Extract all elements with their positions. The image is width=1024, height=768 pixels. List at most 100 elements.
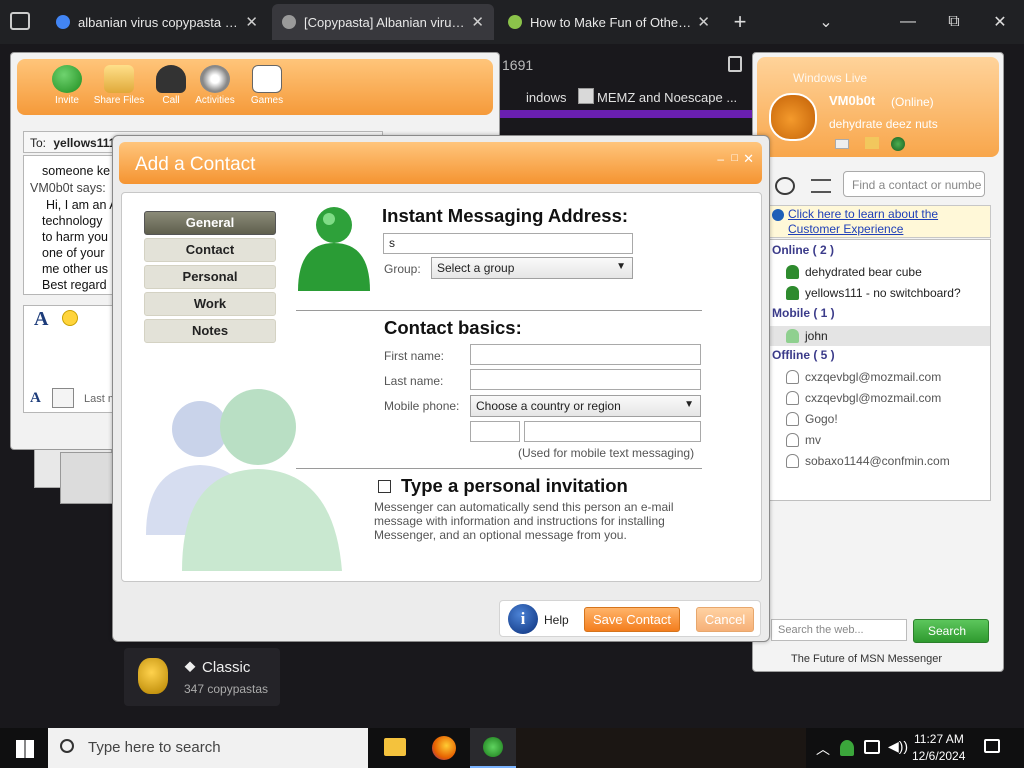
minimize-button[interactable]: — — [888, 8, 928, 36]
text-format-icon[interactable]: A — [30, 390, 41, 407]
bookmark-memz[interactable]: MEMZ and Noescape ... — [597, 90, 737, 105]
group-online[interactable]: Online ( 2 ) — [772, 243, 834, 257]
add-contact-icon[interactable] — [775, 177, 795, 195]
user-name[interactable]: VM0b0t — [829, 93, 875, 108]
bookmark-windows[interactable]: indows — [526, 90, 566, 105]
first-name-input[interactable] — [470, 344, 701, 365]
contact-item[interactable]: mv — [786, 433, 821, 447]
maximize-button[interactable]: ⧉ — [934, 8, 974, 36]
country-code-input[interactable] — [470, 421, 520, 442]
contact-item[interactable]: yellows111 - no switchboard? — [786, 286, 961, 300]
nav-work[interactable]: Work — [144, 292, 276, 316]
font-icon[interactable]: A — [34, 308, 48, 331]
msn-icon[interactable] — [891, 137, 905, 151]
activities-button[interactable]: Activities — [189, 65, 241, 106]
network-icon[interactable] — [864, 740, 880, 754]
tab-copypasta[interactable]: [Copypasta] Albanian virus | Tw ✕ — [272, 4, 494, 40]
web-search-input[interactable]: Search the web... — [771, 619, 907, 641]
tab-actions-icon[interactable] — [10, 12, 30, 30]
offline-icon — [786, 454, 799, 468]
chat-message: me other us — [42, 262, 109, 276]
close-tab-icon[interactable]: ✕ — [471, 13, 484, 31]
msn-tray-icon[interactable] — [840, 740, 854, 756]
last-name-input[interactable] — [470, 369, 701, 390]
chevron-up-icon[interactable]: ︿ — [816, 739, 830, 759]
divider — [296, 310, 702, 311]
new-tab-button[interactable]: + — [720, 8, 760, 36]
close-tab-icon[interactable]: ✕ — [697, 13, 710, 31]
browser-tab-bar: albanian virus copypasta - Sear ✕ [Copyp… — [0, 0, 1024, 44]
nav-contact[interactable]: Contact — [144, 238, 276, 262]
invitation-checkbox[interactable] — [378, 480, 391, 493]
share-files-button[interactable]: Share Files — [93, 65, 145, 106]
counter-text: 1691 — [502, 57, 534, 73]
clock-time[interactable]: 11:27 AM — [914, 732, 964, 746]
games-button[interactable]: Games — [241, 65, 293, 106]
minimize-icon[interactable]: – — [717, 152, 724, 166]
contact-item[interactable]: Gogo! — [786, 412, 838, 426]
contact-name: yellows111 - no switchboard? — [805, 286, 961, 300]
cancel-button[interactable]: Cancel — [696, 607, 754, 632]
group-mobile[interactable]: Mobile ( 1 ) — [772, 306, 835, 320]
save-contact-button[interactable]: Save Contact — [584, 607, 680, 632]
volume-icon[interactable]: ◀)) — [888, 738, 908, 755]
help-link[interactable]: Help — [544, 613, 569, 627]
tab-wikihow[interactable]: How to Make Fun of Others: 8 V ✕ — [498, 4, 720, 40]
contact-item[interactable]: cxzqevbgl@mozmail.com — [786, 391, 941, 405]
mobile-hint: (Used for mobile text messaging) — [518, 446, 695, 460]
contact-item[interactable]: cxzqevbgl@mozmail.com — [786, 370, 941, 384]
contact-item[interactable]: sobaxo1144@confmin.com — [786, 454, 950, 468]
tab-search[interactable]: albanian virus copypasta - Sear ✕ — [46, 4, 268, 40]
tab-list-button[interactable]: ⌄ — [806, 8, 846, 36]
contact-item[interactable]: dehydrated bear cube — [786, 265, 922, 279]
close-tab-icon[interactable]: ✕ — [245, 13, 258, 31]
reader-icon[interactable] — [728, 56, 742, 72]
windows-start-icon[interactable] — [16, 740, 34, 758]
offline-icon — [786, 391, 799, 405]
invite-label: Invite — [55, 95, 79, 106]
firefox-icon[interactable] — [432, 736, 456, 760]
country-select[interactable]: Choose a country or region ▼ — [470, 395, 701, 417]
games-label: Games — [250, 95, 284, 106]
experience-banner-link[interactable]: Click here to learn about the Customer E… — [769, 205, 991, 238]
nav-notes[interactable]: Notes — [144, 319, 276, 343]
avatar[interactable] — [769, 93, 817, 141]
web-search-button[interactable]: Search — [913, 619, 989, 643]
list-view-icon[interactable] — [811, 179, 831, 193]
invitation-heading[interactable]: Type a personal invitation — [401, 475, 628, 497]
category-count: 347 copypastas — [184, 682, 269, 696]
nav-general[interactable]: General — [144, 211, 276, 235]
handwriting-icon[interactable] — [52, 388, 74, 408]
add-contact-dialog: Add a Contact – □ ✕ General Contact Pers… — [112, 135, 770, 642]
close-window-button[interactable]: ✕ — [980, 8, 1020, 36]
emoticon-icon[interactable] — [62, 310, 78, 326]
im-address-input[interactable]: s — [383, 233, 633, 254]
nav-personal[interactable]: Personal — [144, 265, 276, 289]
clock-date[interactable]: 12/6/2024 — [912, 749, 965, 763]
maximize-icon[interactable]: □ — [731, 152, 738, 164]
notifications-icon[interactable] — [984, 739, 1000, 753]
mail-icon[interactable] — [835, 139, 849, 149]
file-explorer-icon[interactable] — [384, 738, 406, 756]
classic-category-card[interactable]: ⯁ Classic 347 copypastas — [124, 648, 280, 706]
find-contact-input[interactable]: Find a contact or numbe — [843, 171, 985, 197]
personal-message[interactable]: dehydrate deez nuts — [829, 117, 938, 131]
contact-person-icon — [298, 207, 370, 291]
offline-icon — [786, 412, 799, 426]
dialog-button-bar: i Help Save Contact Cancel — [499, 600, 761, 637]
group-offline[interactable]: Offline ( 5 ) — [772, 348, 835, 362]
invite-button[interactable]: Invite — [41, 65, 93, 106]
phone-number-input[interactable] — [524, 421, 701, 442]
page-purple-bar — [500, 110, 752, 118]
user-status[interactable]: (Online) — [891, 95, 934, 109]
group-select[interactable]: Select a group ▼ — [431, 257, 633, 279]
taskbar-search-box[interactable]: Type here to search — [48, 728, 368, 768]
chat-toolbar: Invite Share Files Call Activities Games — [17, 59, 493, 115]
contact-item[interactable]: john — [770, 326, 990, 346]
help-icon[interactable]: i — [508, 604, 538, 634]
invitation-text: Messenger, and an optional message from … — [374, 528, 627, 542]
msn-taskbar-button[interactable] — [470, 728, 516, 768]
folder-icon[interactable] — [865, 137, 879, 149]
close-icon[interactable]: ✕ — [743, 151, 754, 167]
tab-title: How to Make Fun of Others: 8 V — [530, 14, 692, 30]
